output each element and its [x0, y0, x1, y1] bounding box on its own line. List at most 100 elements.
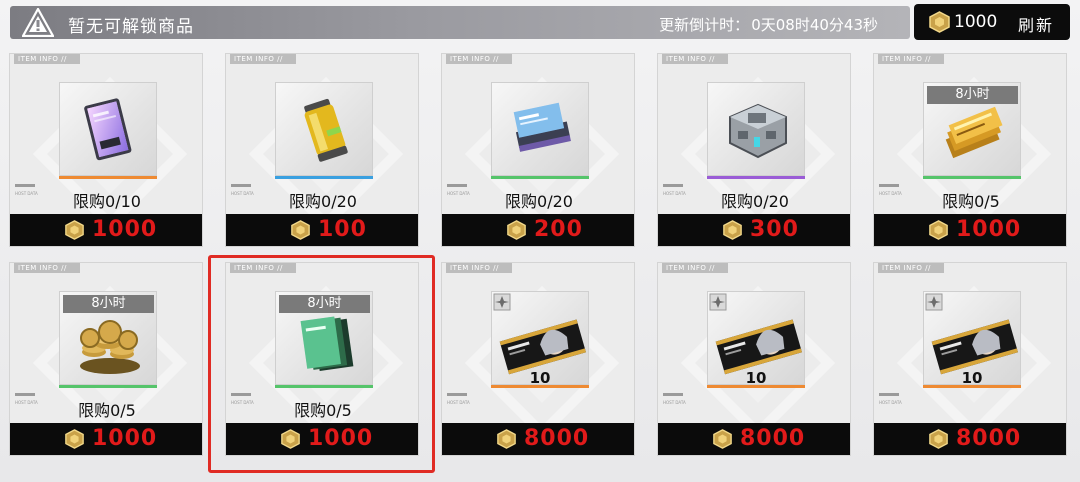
price-bar[interactable]: 8000 [442, 423, 634, 455]
item-quantity: 10 [529, 369, 551, 387]
shop-item-card[interactable]: ITEM INFO // 10 HOST DATA 8000 [873, 262, 1067, 456]
gold-coin-icon [507, 220, 526, 240]
item-info-tab: ITEM INFO // [230, 263, 296, 273]
item-image-frame [275, 82, 373, 176]
host-data-dash [879, 184, 899, 187]
shop-item-card[interactable]: ITEM INFO // 8小时 HOST DATA 限购0/5 1000 [9, 262, 203, 456]
shop-item-card[interactable]: ITEM INFO // HOST DATA 限购0/10 1000 [9, 53, 203, 247]
price-bar[interactable]: 8000 [874, 423, 1066, 455]
item-price: 200 [534, 217, 583, 242]
gold-coin-icon [723, 220, 742, 240]
rarity-bar [491, 176, 589, 179]
item-price: 100 [318, 217, 367, 242]
host-data-dash [447, 393, 467, 396]
book-stack-icon [513, 102, 571, 152]
data-core-icon [729, 103, 787, 159]
no-unlockable-items-title: 暂无可解锁商品 [68, 17, 194, 37]
item-price: 8000 [740, 426, 806, 451]
refresh-countdown: 更新倒计时： 0天08时40分43秒 [657, 14, 878, 35]
host-data-dash [447, 184, 467, 187]
price-bar[interactable]: 8000 [658, 423, 850, 455]
gold-coin-icon [281, 429, 300, 449]
warning-triangle-icon [22, 8, 54, 37]
price-bar[interactable]: 200 [442, 214, 634, 246]
item-price: 8000 [956, 426, 1022, 451]
host-data-label: HOST DATA [879, 400, 902, 405]
host-data-dash [15, 393, 35, 396]
item-info-tab: ITEM INFO // [446, 54, 512, 64]
refresh-button[interactable]: 刷新 [1018, 12, 1054, 36]
battery-canister-icon [304, 98, 348, 162]
price-bar[interactable]: 300 [658, 214, 850, 246]
item-price: 1000 [308, 426, 374, 451]
price-bar[interactable]: 1000 [226, 423, 418, 455]
item-price: 8000 [524, 426, 590, 451]
host-data-dash [15, 184, 35, 187]
shop-item-card[interactable]: ITEM INFO // HOST DATA 限购0/20 [657, 53, 851, 247]
item-price: 1000 [92, 217, 158, 242]
rarity-bar [275, 176, 373, 179]
gold-coin-icon [65, 429, 84, 449]
rarity-bar [707, 176, 805, 179]
item-image-frame [491, 82, 589, 176]
price-bar[interactable]: 1000 [874, 214, 1066, 246]
item-info-tab: ITEM INFO // [230, 54, 296, 64]
gold-coin-icon [65, 220, 84, 240]
countdown-label: 更新倒计时： [659, 16, 750, 34]
rarity-bar [59, 385, 157, 388]
rarity-bar [275, 385, 373, 388]
host-data-caption: HOST DATA [663, 393, 707, 405]
item-price: 300 [750, 217, 799, 242]
currency-amount: 1000 [954, 12, 998, 32]
host-data-dash [231, 393, 251, 396]
timer-badge: 8小时 [927, 86, 1018, 104]
rarity-bar [923, 176, 1021, 179]
shop-item-card[interactable]: ITEM INFO // 10 HOST DATA 8000 [441, 262, 635, 456]
item-info-tab: ITEM INFO // [662, 263, 728, 273]
gold-coin-icon [291, 220, 310, 240]
purchase-limit: 限购0/20 [289, 192, 357, 211]
purchase-limit: 限购0/5 [294, 401, 352, 420]
item-info-tab: ITEM INFO // [14, 263, 80, 273]
shop-item-card[interactable]: ITEM INFO // HOST DATA 限购0/20 [225, 53, 419, 247]
host-data-label: HOST DATA [447, 400, 470, 405]
rarity-bar [59, 176, 157, 179]
item-quantity: 10 [745, 369, 767, 387]
purchase-limit: 限购0/20 [505, 192, 573, 211]
item-price: 1000 [956, 217, 1022, 242]
host-data-label: HOST DATA [663, 400, 686, 405]
host-data-dash [663, 184, 683, 187]
gold-coin-icon [497, 429, 516, 449]
top-bar: 暂无可解锁商品 更新倒计时： 0天08时40分43秒 [10, 6, 910, 39]
countdown-value: 0天08时40分43秒 [751, 16, 878, 34]
item-image-frame [59, 82, 157, 176]
item-price: 1000 [92, 426, 158, 451]
timer-badge: 8小时 [279, 295, 370, 313]
gold-coin-icon [929, 220, 948, 240]
price-bar[interactable]: 1000 [10, 423, 202, 455]
shop-screen: 暂无可解锁商品 更新倒计时： 0天08时40分43秒 1000 刷新 ITEM I… [0, 0, 1080, 482]
item-info-tab: ITEM INFO // [662, 54, 728, 64]
gold-coin-icon [929, 429, 948, 449]
item-info-tab: ITEM INFO // [878, 54, 944, 64]
gold-coin-icon [713, 429, 732, 449]
host-data-caption: HOST DATA [879, 393, 923, 405]
item-quantity: 10 [961, 369, 983, 387]
host-data-dash [231, 184, 251, 187]
price-bar[interactable]: 100 [226, 214, 418, 246]
host-data-dash [663, 393, 683, 396]
price-bar[interactable]: 1000 [10, 214, 202, 246]
purchase-limit: 限购0/5 [78, 401, 136, 420]
purchase-limit: 限购0/10 [73, 192, 141, 211]
shop-item-card[interactable]: ITEM INFO // 8小时 HOST DATA 限购0/5 1000 [873, 53, 1067, 247]
shop-item-card[interactable]: ITEM INFO // 10 HOST DATA 8000 [657, 262, 851, 456]
item-image-frame [707, 82, 805, 176]
shop-item-card[interactable]: ITEM INFO // HOST DATA 限购0/20 [441, 53, 635, 247]
timer-badge: 8小时 [63, 295, 154, 313]
shop-item-card[interactable]: ITEM INFO // 8小时 HOST DATA 限购0/5 1000 [225, 262, 419, 456]
purchase-limit: 限购0/20 [721, 192, 789, 211]
gold-coin-icon [929, 11, 950, 33]
id-card-icon [84, 98, 132, 161]
host-data-dash [879, 393, 899, 396]
purchase-limit: 限购0/5 [942, 192, 1000, 211]
